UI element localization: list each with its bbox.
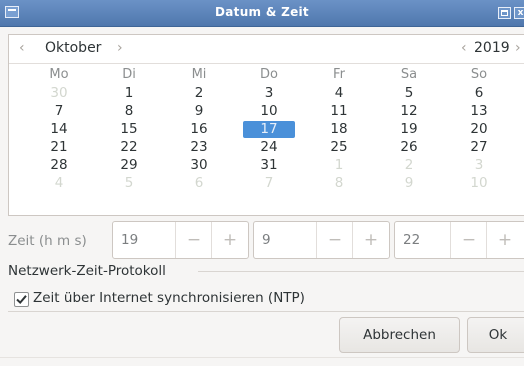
calendar-day[interactable]: 22 [103, 139, 155, 156]
ok-button[interactable]: Ok [467, 317, 524, 353]
calendar[interactable]: ‹ Oktober › ‹ 2019 › Mo Di Mi Do Fr Sa So 30 1 2… [8, 34, 524, 216]
calendar-day[interactable]: 23 [173, 139, 225, 156]
weekday-label: Mo [49, 67, 69, 82]
prev-year-icon[interactable]: ‹ [461, 40, 467, 56]
ntp-section-label: Netzwerk-Zeit-Protokoll [8, 263, 166, 279]
year-label: 2019 [474, 40, 510, 56]
minutes-value[interactable]: 9 [262, 232, 271, 248]
month-label: Oktober [45, 40, 102, 56]
calendar-day[interactable]: 3 [243, 85, 295, 102]
calendar-day[interactable]: 12 [383, 103, 435, 120]
calendar-day[interactable]: 2 [383, 157, 435, 174]
button-separator [8, 311, 524, 312]
calendar-day[interactable]: 21 [33, 139, 85, 156]
calendar-day[interactable]: 4 [33, 175, 85, 192]
calendar-day[interactable]: 29 [103, 157, 155, 174]
calendar-day[interactable]: 10 [453, 175, 505, 192]
seconds-value[interactable]: 22 [403, 232, 420, 248]
checkmark-icon [16, 295, 27, 305]
calendar-day[interactable]: 28 [33, 157, 85, 174]
calendar-day[interactable]: 2 [173, 85, 225, 102]
calendar-header: ‹ Oktober › ‹ 2019 › [9, 35, 524, 64]
calendar-day[interactable]: 15 [103, 121, 155, 138]
calendar-day[interactable]: 5 [103, 175, 155, 192]
calendar-day[interactable]: 16 [173, 121, 225, 138]
hours-spinner[interactable]: 19 − + [112, 221, 249, 259]
ntp-checkbox-label[interactable]: Zeit über Internet synchronisieren (NTP) [33, 290, 305, 306]
date-time-window: Datum & Zeit x ‹ Oktober › ‹ 2019 › Mo Di… [0, 0, 524, 366]
calendar-day[interactable]: 6 [453, 85, 505, 102]
calendar-day[interactable]: 7 [33, 103, 85, 120]
calendar-day[interactable]: 25 [313, 139, 365, 156]
title-bar: Datum & Zeit x [0, 0, 524, 27]
calendar-day[interactable]: 24 [243, 139, 295, 156]
calendar-day[interactable]: 20 [453, 121, 505, 138]
maximize-icon[interactable] [498, 7, 511, 19]
calendar-day[interactable]: 30 [33, 85, 85, 102]
calendar-day[interactable]: 4 [313, 85, 365, 102]
minutes-decrement-icon[interactable]: − [316, 222, 353, 258]
calendar-day[interactable]: 14 [33, 121, 85, 138]
section-divider [198, 271, 524, 272]
calendar-day[interactable]: 30 [173, 157, 225, 174]
calendar-day[interactable]: 13 [453, 103, 505, 120]
next-year-icon[interactable]: › [515, 40, 521, 56]
prev-month-icon[interactable]: ‹ [19, 40, 25, 56]
seconds-increment-icon[interactable]: + [486, 222, 523, 258]
calendar-day[interactable]: 8 [313, 175, 365, 192]
seconds-spinner[interactable]: 22 − + [394, 221, 524, 259]
minutes-spinner[interactable]: 9 − + [253, 221, 390, 259]
next-month-icon[interactable]: › [117, 40, 123, 56]
weekday-label: So [470, 67, 488, 82]
seconds-decrement-icon[interactable]: − [450, 222, 487, 258]
cancel-button[interactable]: Abbrechen [339, 317, 460, 353]
calendar-day[interactable]: 1 [103, 85, 155, 102]
calendar-day[interactable]: 10 [243, 103, 295, 120]
hours-increment-icon[interactable]: + [211, 222, 248, 258]
calendar-day[interactable]: 1 [313, 157, 365, 174]
calendar-day[interactable]: 5 [383, 85, 435, 102]
close-icon[interactable]: x [514, 7, 524, 19]
calendar-day[interactable]: 19 [383, 121, 435, 138]
calendar-day[interactable]: 9 [173, 103, 225, 120]
time-label: Zeit (h m s) [8, 233, 87, 249]
calendar-day[interactable]: 3 [453, 157, 505, 174]
calendar-day[interactable]: 11 [313, 103, 365, 120]
weekday-label: Mi [191, 67, 207, 82]
hours-value[interactable]: 19 [121, 232, 138, 248]
calendar-day[interactable]: 31 [243, 157, 295, 174]
calendar-day[interactable]: 7 [243, 175, 295, 192]
weekday-label: Do [260, 67, 278, 82]
selected-day[interactable]: 17 [243, 121, 295, 138]
calendar-day[interactable]: 8 [103, 103, 155, 120]
minutes-increment-icon[interactable]: + [352, 222, 389, 258]
weekday-label: Fr [333, 67, 345, 82]
calendar-day[interactable]: 27 [453, 139, 505, 156]
weekday-label: Di [122, 67, 136, 82]
calendar-day[interactable]: 26 [383, 139, 435, 156]
hours-decrement-icon[interactable]: − [175, 222, 212, 258]
weekday-label: Sa [400, 67, 418, 82]
window-title: Datum & Zeit [215, 5, 309, 19]
calendar-day[interactable]: 18 [313, 121, 365, 138]
calendar-day[interactable]: 6 [173, 175, 225, 192]
ntp-checkbox[interactable] [14, 292, 29, 307]
calendar-day[interactable]: 9 [383, 175, 435, 192]
